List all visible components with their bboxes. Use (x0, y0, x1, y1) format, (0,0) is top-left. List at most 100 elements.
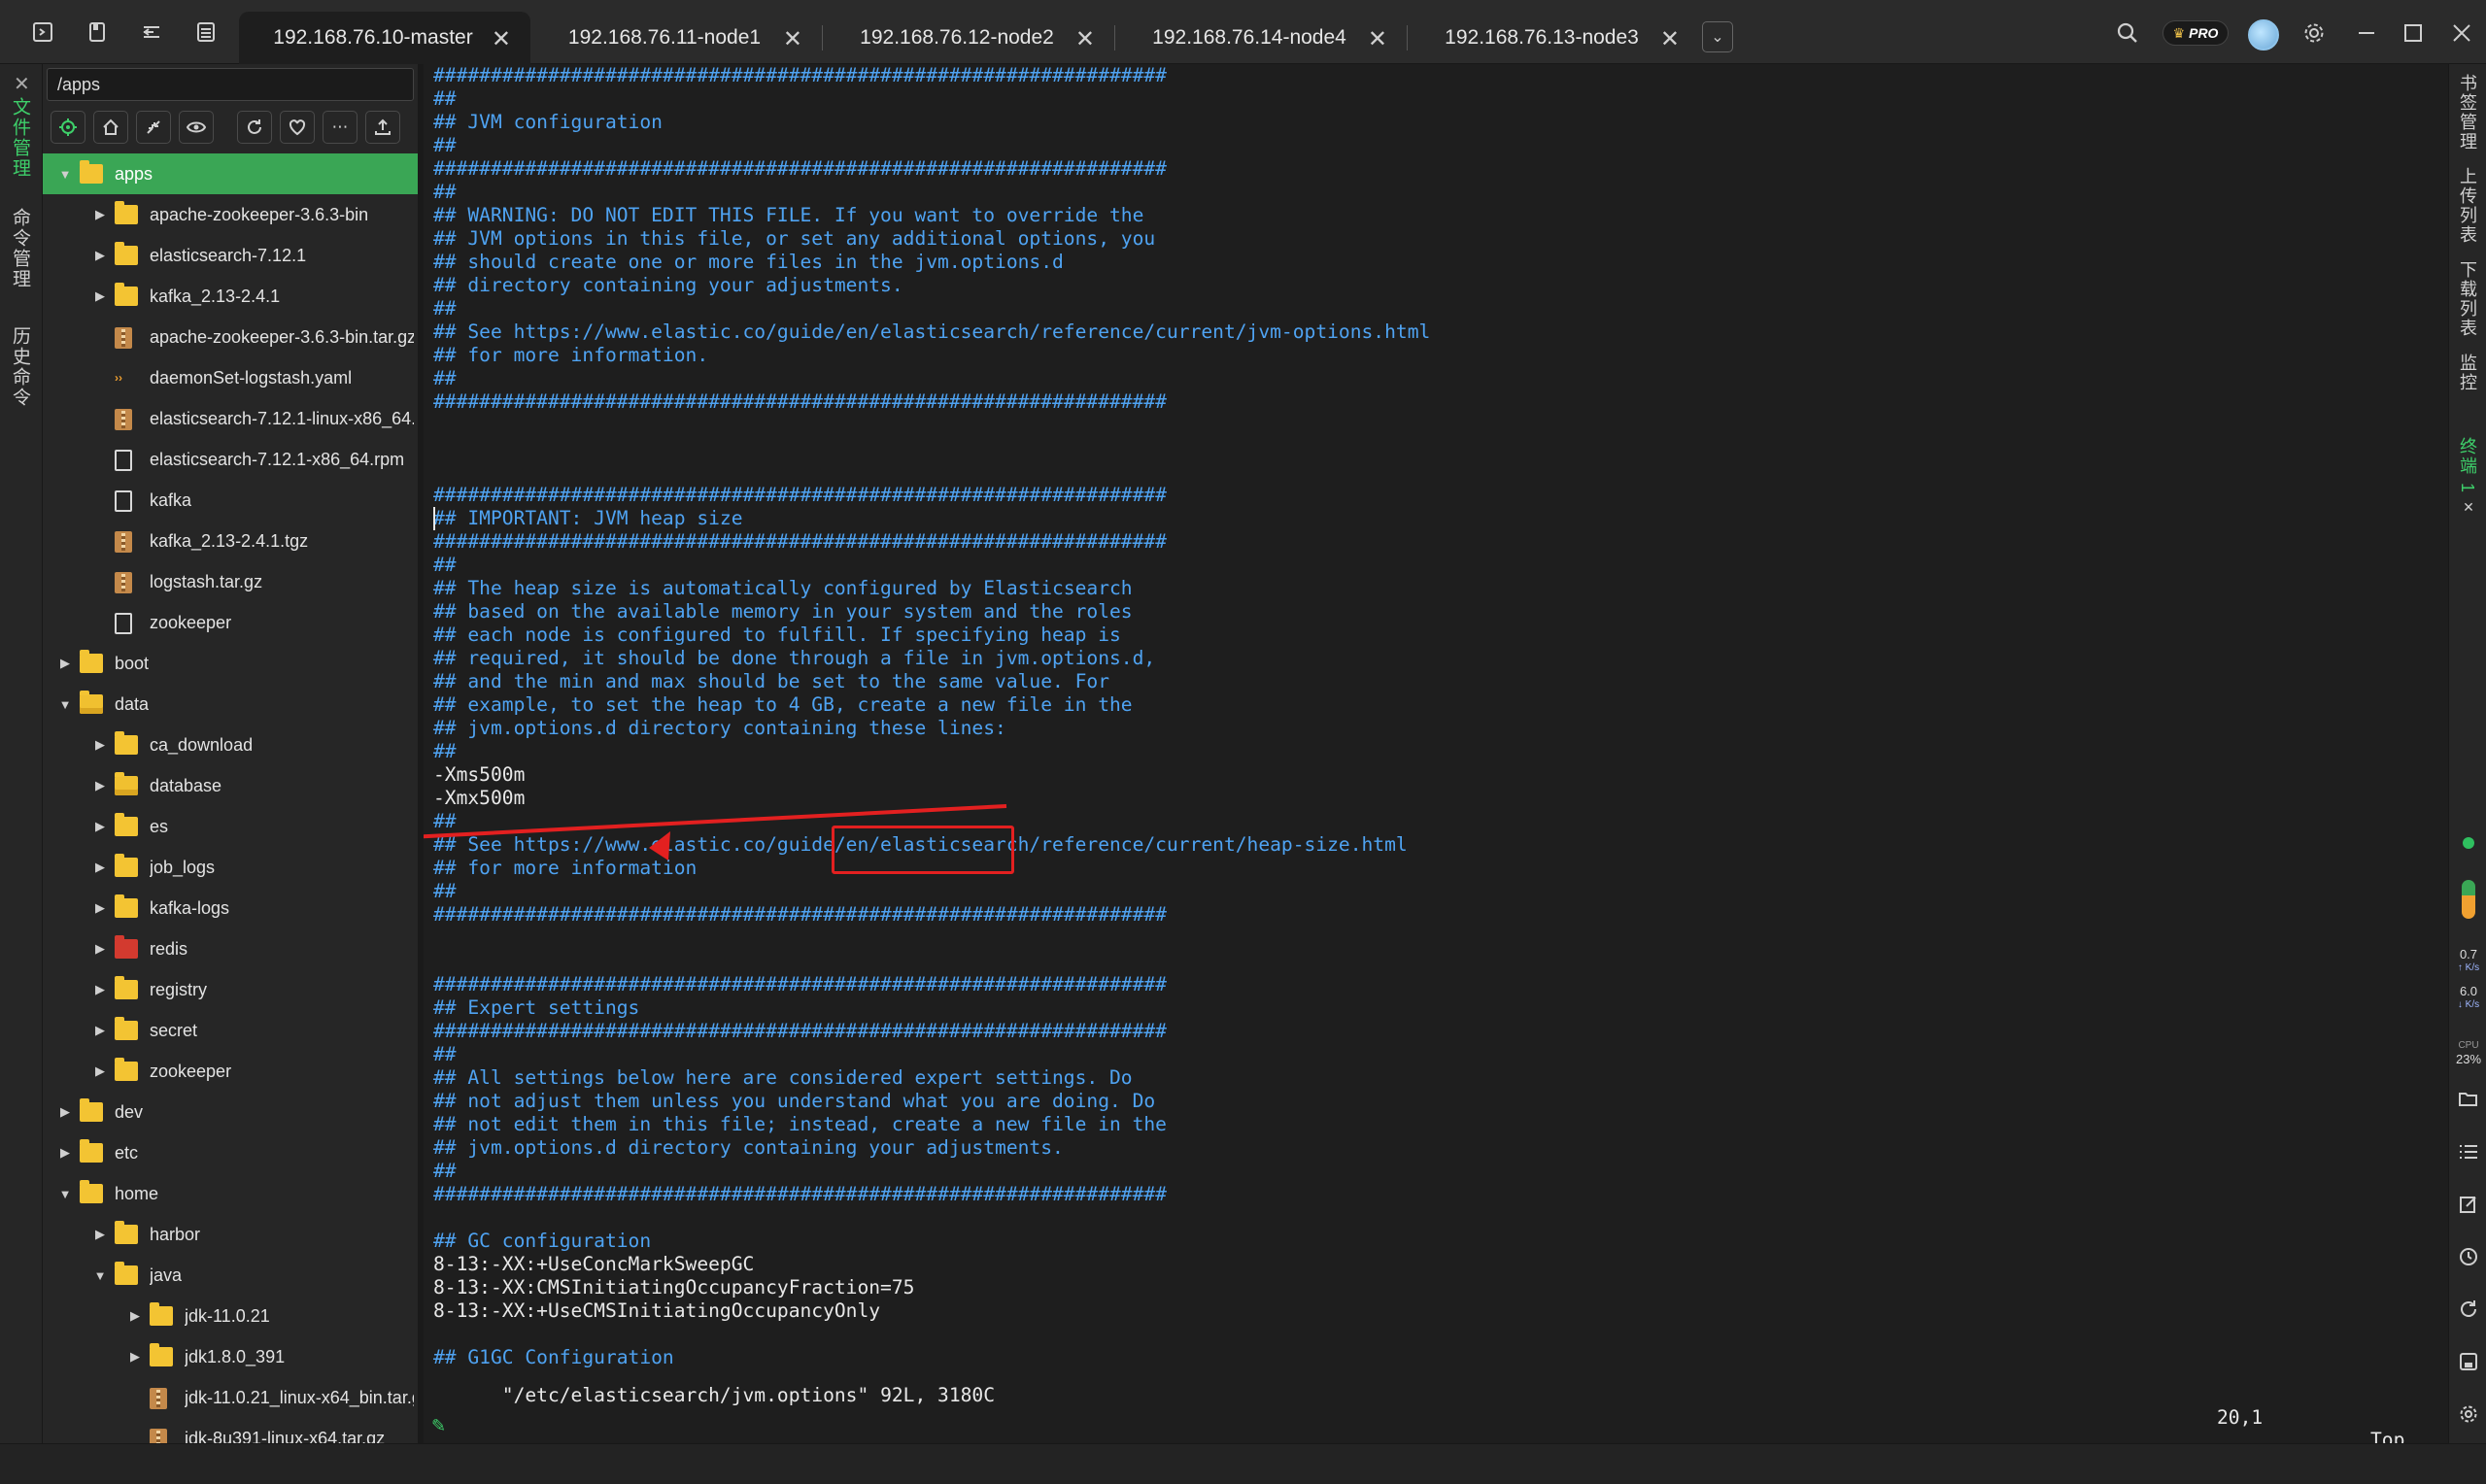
caret-down-icon[interactable]: ▼ (58, 697, 72, 712)
tree-folder-item[interactable]: ▶ secret (43, 1010, 418, 1051)
caret-right-icon[interactable]: ▶ (58, 656, 72, 671)
locate-icon[interactable] (51, 111, 85, 144)
close-icon[interactable]: ✕ (14, 72, 30, 96)
refresh-icon[interactable] (2457, 1298, 2480, 1321)
tree-folder-item[interactable]: ▶ elasticsearch-7.12.1 (43, 235, 418, 276)
save-icon[interactable] (2457, 1350, 2480, 1373)
tree-folder-item[interactable]: ▶ harbor (43, 1214, 418, 1255)
rail-item-command-manager[interactable]: 命令管理 (10, 208, 33, 289)
tree-folder-item[interactable]: ▼ data (43, 684, 418, 725)
tab-master[interactable]: 192.168.76.10-master ✕ (239, 12, 530, 64)
tree-folder-item[interactable]: ▼ java (43, 1255, 418, 1296)
caret-right-icon[interactable]: ▶ (93, 778, 107, 793)
caret-right-icon[interactable]: ▶ (93, 1063, 107, 1079)
caret-right-icon[interactable]: ▶ (93, 900, 107, 916)
tree-folder-item[interactable]: ▶ apache-zookeeper-3.6.3-bin (43, 194, 418, 235)
tree-folder-item[interactable]: ▶ boot (43, 643, 418, 684)
clock-icon[interactable] (2457, 1245, 2480, 1268)
caret-right-icon[interactable]: ▶ (93, 860, 107, 875)
close-icon[interactable]: ✕ (1368, 25, 1387, 53)
caret-right-icon[interactable]: ▶ (93, 1023, 107, 1038)
tree-file-item[interactable]: zookeeper (43, 602, 418, 643)
caret-right-icon[interactable]: ▶ (93, 982, 107, 997)
tree-folder-item[interactable]: ▶ jdk-11.0.21 (43, 1296, 418, 1336)
avatar[interactable] (2248, 19, 2279, 51)
split-icon[interactable] (138, 18, 165, 46)
tree-file-item[interactable]: jdk-11.0.21_linux-x64_bin.tar.gz (43, 1377, 418, 1418)
tree-folder-item[interactable]: ▶ es (43, 806, 418, 847)
refresh-icon[interactable] (237, 111, 272, 144)
rail-item-file-manager[interactable]: 文件管理 (10, 97, 33, 179)
caret-down-icon[interactable]: ▼ (58, 167, 72, 182)
folder-open-icon[interactable] (2457, 1088, 2480, 1111)
maximize-icon[interactable] (2398, 17, 2429, 49)
list-icon[interactable] (192, 18, 220, 46)
caret-down-icon[interactable]: ▼ (93, 1268, 107, 1283)
settings-icon[interactable] (2299, 17, 2330, 49)
tree-file-item[interactable]: ›› daemonSet-logstash.yaml (43, 357, 418, 398)
tab-node2[interactable]: 192.168.76.12-node2 ✕ (823, 12, 1114, 64)
path-input[interactable]: /apps (47, 68, 414, 101)
tree-file-item[interactable]: jdk-8u391-linux-x64.tar.gz (43, 1418, 418, 1445)
tree-folder-item[interactable]: ▶ dev (43, 1092, 418, 1132)
close-icon[interactable] (2446, 17, 2477, 49)
tree-file-item[interactable]: elasticsearch-7.12.1-linux-x86_64.tar.gz (43, 398, 418, 439)
heart-icon[interactable] (280, 111, 315, 144)
terminal-view[interactable]: ########################################… (424, 64, 2448, 1443)
tree-folder-item[interactable]: ▶ etc (43, 1132, 418, 1173)
close-icon[interactable]: ✕ (1660, 25, 1680, 53)
tab-node3[interactable]: 192.168.76.13-node3 ✕ (1408, 12, 1699, 64)
rail-item-history[interactable]: 历史命令 (10, 326, 33, 408)
tree-folder-item[interactable]: ▶ zookeeper (43, 1051, 418, 1092)
tree-file-item[interactable]: elasticsearch-7.12.1-x86_64.rpm (43, 439, 418, 480)
caret-right-icon[interactable]: ▶ (93, 737, 107, 753)
caret-right-icon[interactable]: ▶ (58, 1145, 72, 1161)
tree-folder-item[interactable]: ▶ kafka-logs (43, 888, 418, 928)
tree-file-item[interactable]: kafka_2.13-2.4.1.tgz (43, 521, 418, 561)
bookmark-icon[interactable] (84, 18, 111, 46)
caret-right-icon[interactable]: ▶ (93, 207, 107, 222)
collapse-icon[interactable] (136, 111, 171, 144)
tree-folder-item[interactable]: ▶ kafka_2.13-2.4.1 (43, 276, 418, 317)
tree-file-item[interactable]: kafka (43, 480, 418, 521)
panel-toggle-icon[interactable] (29, 18, 56, 46)
tab-node4[interactable]: 192.168.76.14-node4 ✕ (1115, 12, 1407, 64)
eye-icon[interactable] (179, 111, 214, 144)
caret-right-icon[interactable]: ▶ (93, 288, 107, 304)
close-icon[interactable]: ✕ (783, 25, 802, 53)
more-icon[interactable]: ⋯ (323, 111, 358, 144)
close-icon[interactable]: ✕ (492, 25, 511, 53)
close-icon[interactable]: ✕ (1075, 25, 1095, 53)
caret-right-icon[interactable]: ▶ (58, 1104, 72, 1120)
close-icon[interactable]: ✕ (2457, 495, 2480, 519)
tab-list-dropdown[interactable]: ⌄ (1702, 21, 1733, 52)
tree-folder-item[interactable]: ▶ job_logs (43, 847, 418, 888)
tree-folder-item[interactable]: ▶ registry (43, 969, 418, 1010)
caret-right-icon[interactable]: ▶ (128, 1308, 142, 1324)
tree-file-item[interactable]: apache-zookeeper-3.6.3-bin.tar.gz (43, 317, 418, 357)
edit-icon[interactable] (2457, 1193, 2480, 1216)
settings-icon[interactable] (2457, 1402, 2480, 1426)
minimize-icon[interactable] (2351, 17, 2382, 49)
pro-badge[interactable]: ♛ PRO (2162, 20, 2229, 46)
upload-icon[interactable] (365, 111, 400, 144)
tree-file-item[interactable]: logstash.tar.gz (43, 561, 418, 602)
caret-right-icon[interactable]: ▶ (93, 941, 107, 957)
caret-right-icon[interactable]: ▶ (128, 1349, 142, 1365)
home-icon[interactable] (93, 111, 128, 144)
edit-pencil-icon[interactable]: ✎ (431, 1416, 446, 1436)
caret-down-icon[interactable]: ▼ (58, 1187, 72, 1201)
rail-item-monitor[interactable]: 监控 (2457, 354, 2480, 392)
list-icon[interactable] (2457, 1140, 2480, 1164)
caret-right-icon[interactable]: ▶ (93, 248, 107, 263)
tree-folder-item[interactable]: ▶ ca_download (43, 725, 418, 765)
tree-folder-item[interactable]: ▶ jdk1.8.0_391 (43, 1336, 418, 1377)
rail-item-terminal[interactable]: 终端 1 (2457, 437, 2480, 494)
caret-right-icon[interactable]: ▶ (93, 1227, 107, 1242)
search-icon[interactable] (2112, 17, 2143, 49)
tab-node1[interactable]: 192.168.76.11-node1 ✕ (530, 12, 822, 64)
tree-folder-item[interactable]: ▶ redis (43, 928, 418, 969)
tree-folder-item[interactable]: ▶ database (43, 765, 418, 806)
tree-folder-item[interactable]: ▼ home (43, 1173, 418, 1214)
rail-item-bookmarks[interactable]: 书签管理 (2457, 74, 2480, 152)
